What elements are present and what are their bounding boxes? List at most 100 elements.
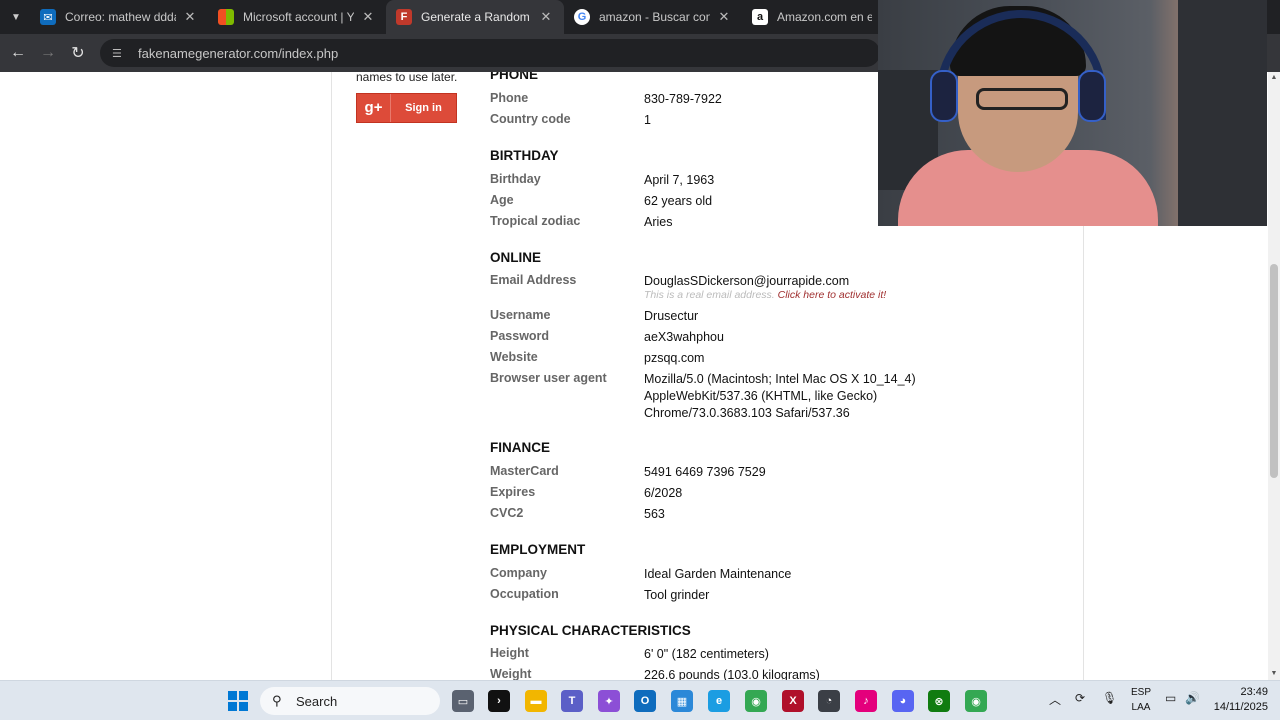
- scroll-thumb[interactable]: [1270, 264, 1278, 478]
- tab-amazon[interactable]: a Amazon.com en español: [742, 0, 882, 34]
- field-label: Tropical zodiac: [490, 214, 581, 228]
- chrome-active-icon[interactable]: ◉: [965, 690, 987, 712]
- store-icon[interactable]: ▦: [671, 690, 693, 712]
- discord-icon[interactable]: ◕: [892, 690, 914, 712]
- close-icon[interactable]: ✕: [538, 9, 554, 25]
- amazon-icon: a: [752, 9, 768, 25]
- field-password: Password aeX3wahphou: [490, 329, 1050, 347]
- task-view-icon[interactable]: ▭: [452, 690, 474, 712]
- tab-outlook-mail[interactable]: ✉ Correo: mathew dddan - O ✕: [30, 0, 208, 34]
- url-text: fakenamegenerator.com/index.php: [138, 45, 339, 61]
- field-user-agent: Browser user agent Mozilla/5.0 (Macintos…: [490, 371, 1050, 425]
- fakename-f-icon: F: [396, 9, 412, 25]
- activate-email-link[interactable]: Click here to activate it!: [778, 289, 887, 301]
- back-arrow-icon[interactable]: ←: [7, 42, 29, 64]
- microsoft-icon: [218, 9, 234, 25]
- ua-line: Mozilla/5.0 (Macintosh; Intel Mac OS X 1…: [644, 372, 916, 386]
- field-website: Website pzsqq.com: [490, 350, 1050, 368]
- field-label: MasterCard: [490, 464, 559, 478]
- headset-icon: [930, 70, 958, 122]
- field-username: Username Drusectur: [490, 308, 1050, 326]
- terminal-icon[interactable]: ›: [488, 690, 510, 712]
- scroll-down-icon[interactable]: ▼: [1270, 670, 1278, 678]
- field-value: Ideal Garden Maintenance: [644, 567, 792, 581]
- x-app-icon[interactable]: X: [782, 690, 804, 712]
- field-value: aeX3wahphou: [644, 330, 724, 344]
- site-info-icon[interactable]: ☰: [112, 47, 126, 60]
- tab-label: Correo: mathew dddan - O: [65, 10, 176, 24]
- tab-search-menu-icon[interactable]: ▼: [6, 8, 26, 26]
- scroll-up-icon[interactable]: ▲: [1270, 74, 1278, 82]
- copilot-icon[interactable]: ✦: [598, 690, 620, 712]
- field-label: Occupation: [490, 587, 559, 601]
- windows-start-icon[interactable]: [227, 690, 249, 712]
- field-label: Password: [490, 329, 550, 343]
- input-language-indicator[interactable]: ESP LAA: [1128, 685, 1154, 715]
- edge-icon[interactable]: e: [708, 690, 730, 712]
- field-label: Height: [490, 646, 529, 660]
- field-label: Browser user agent: [490, 371, 607, 385]
- microphone-icon[interactable]: 🎙: [1102, 691, 1117, 705]
- field-label: CVC2: [490, 506, 524, 520]
- teams-icon[interactable]: T: [561, 690, 583, 712]
- tab-fake-name-generator[interactable]: F Generate a Random Name ✕: [386, 0, 564, 34]
- tab-google-search[interactable]: G amazon - Buscar con Goog ✕: [564, 0, 742, 34]
- outlook-mail-icon: ✉: [40, 9, 56, 25]
- field-label: Expires: [490, 485, 536, 499]
- field-label: Country code: [490, 112, 571, 126]
- field-occupation: Occupation Tool grinder: [490, 587, 1050, 605]
- google-icon: G: [574, 9, 590, 25]
- field-value: 226.6 pounds (103.0 kilograms): [644, 668, 820, 680]
- tab-microsoft-account[interactable]: Microsoft account | Your p ✕: [208, 0, 386, 34]
- clock-time: 23:49: [1240, 686, 1268, 698]
- section-title-finance: FINANCE: [490, 440, 550, 455]
- sidebar-note: names to use later.: [356, 72, 458, 84]
- reload-icon[interactable]: ↻: [67, 42, 89, 64]
- forward-arrow-icon[interactable]: →: [37, 42, 59, 64]
- chrome-icon[interactable]: ◉: [745, 690, 767, 712]
- field-value: pzsqq.com: [644, 351, 705, 365]
- close-icon[interactable]: ✕: [360, 9, 376, 25]
- field-expires: Expires 6/2028: [490, 485, 1050, 503]
- address-bar[interactable]: ☰ fakenamegenerator.com/index.php: [100, 39, 880, 67]
- tab-label: Microsoft account | Your p: [243, 10, 354, 24]
- ua-line: Chrome/73.0.3683.103 Safari/537.36: [644, 406, 850, 420]
- close-icon[interactable]: ✕: [716, 9, 732, 25]
- chevron-up-icon[interactable]: ︿: [1049, 691, 1061, 708]
- page-scrollbar[interactable]: ▲ ▼: [1268, 72, 1280, 680]
- taskbar-search-box[interactable]: ⚲ Search: [260, 687, 440, 715]
- outlook-icon[interactable]: O: [634, 690, 656, 712]
- field-value: DouglasSDickerson@jourrapide.com: [644, 274, 850, 288]
- close-icon[interactable]: ✕: [182, 9, 198, 25]
- section-title-physical: PHYSICAL CHARACTERISTICS: [490, 623, 691, 638]
- xbox-icon[interactable]: ⊗: [928, 690, 950, 712]
- field-label: Email Address: [490, 273, 577, 287]
- lang-code: ESP: [1130, 687, 1151, 698]
- taskbar-clock[interactable]: 23:49 14/11/2025: [1210, 685, 1268, 715]
- field-value: Mozilla/5.0 (Macintosh; Intel Mac OS X 1…: [644, 371, 1064, 422]
- section-title-phone: PHONE: [490, 72, 539, 82]
- tiktok-icon[interactable]: ♪: [855, 690, 877, 712]
- field-value: 563: [644, 507, 665, 521]
- file-explorer-icon[interactable]: ▬: [525, 690, 547, 712]
- sync-icon[interactable]: ⟳: [1075, 691, 1085, 705]
- field-value: 6/2028: [644, 486, 683, 500]
- section-title-online: ONLINE: [490, 250, 542, 265]
- section-title-birthday: BIRTHDAY: [490, 148, 559, 163]
- tab-label: Amazon.com en español: [777, 10, 872, 24]
- field-label: Weight: [490, 667, 532, 680]
- clock-date: 14/11/2025: [1213, 701, 1268, 713]
- field-weight: Weight 226.6 pounds (103.0 kilograms): [490, 667, 1050, 680]
- field-label: Age: [490, 193, 514, 207]
- column-divider: [1083, 226, 1084, 680]
- email-note: This is a real email address. Click here…: [644, 289, 886, 301]
- section-title-employment: EMPLOYMENT: [490, 542, 586, 557]
- field-label: Company: [490, 566, 547, 580]
- google-plus-signin-button[interactable]: g+ Sign in: [356, 93, 457, 123]
- tab-label: Generate a Random Name: [421, 10, 532, 24]
- volume-icon[interactable]: 🔊: [1185, 691, 1200, 705]
- windows-taskbar: ⚲ Search ▭ › ▬ T ✦ O ▦ e ◉ X ◔ ♪ ◕ ⊗ ◉ ︿…: [0, 680, 1280, 720]
- email-note-text: This is a real email address.: [644, 289, 775, 301]
- speed-icon[interactable]: ◔: [818, 690, 840, 712]
- network-icon[interactable]: ▭: [1165, 691, 1176, 705]
